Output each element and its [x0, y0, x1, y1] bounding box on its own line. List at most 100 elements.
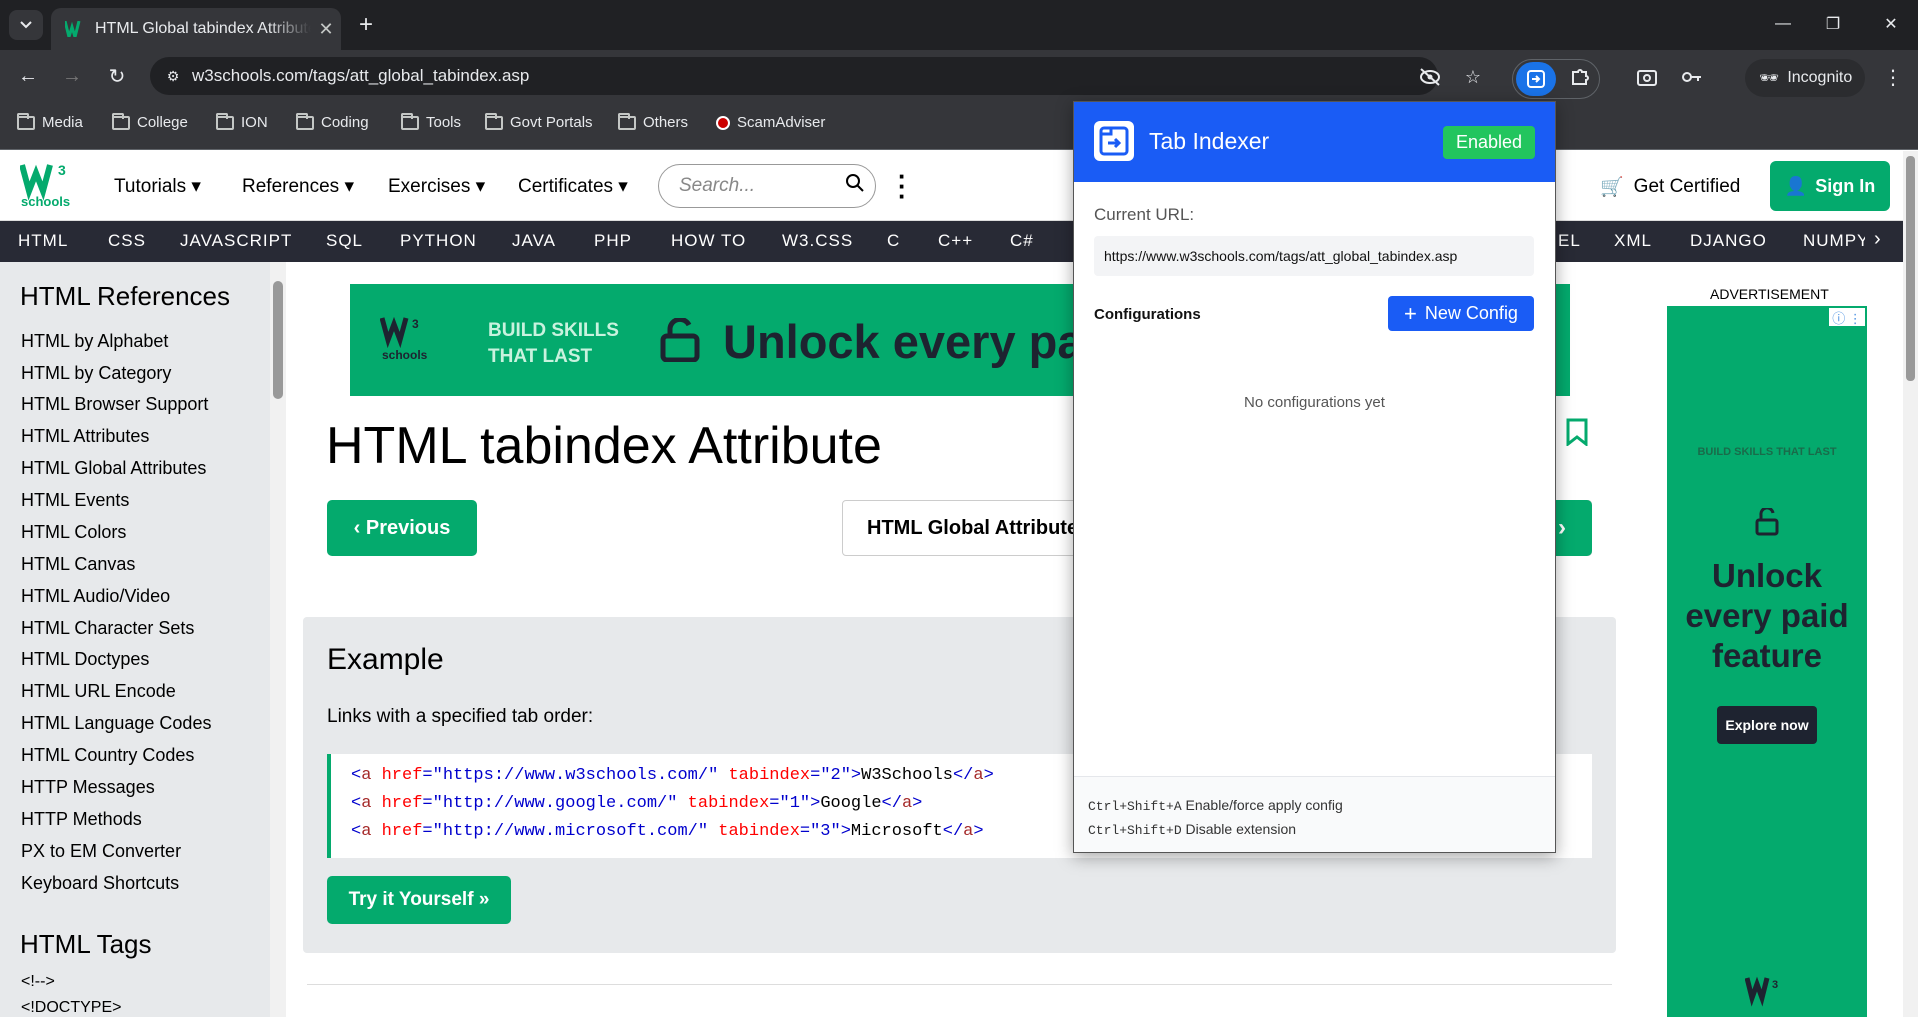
search-icon[interactable] — [835, 173, 875, 199]
example-description: Links with a specified tab order: — [327, 706, 594, 727]
sidebar-item[interactable]: HTML Language Codes — [21, 713, 211, 734]
nav-references[interactable]: References ▾ — [242, 175, 354, 198]
nav-tutorials[interactable]: Tutorials ▾ — [114, 175, 201, 198]
topnav-item[interactable]: PYTHON — [400, 231, 477, 251]
nav-exercises[interactable]: Exercises ▾ — [388, 175, 485, 198]
password-key-icon[interactable] — [1676, 61, 1708, 93]
bookmark-folder-govt-portals[interactable]: Govt Portals — [485, 112, 593, 131]
search-input[interactable]: Search... — [658, 164, 876, 208]
ad-cta-button[interactable]: Explore now — [1717, 706, 1817, 744]
reload-button[interactable]: ↻ — [102, 61, 132, 91]
previous-button[interactable]: ‹ Previous — [327, 500, 477, 556]
topnav-item[interactable]: HTML — [18, 231, 68, 251]
minimize-button[interactable]: — — [1760, 8, 1806, 40]
topnav-item[interactable]: NUMPY — [1803, 231, 1865, 251]
sidebar-item[interactable]: HTML Doctypes — [21, 649, 149, 670]
incognito-indicator[interactable]: 🕶 Incognito — [1745, 59, 1865, 97]
active-tab[interactable]: HTML Global tabindex Attribute ✕ — [51, 8, 341, 50]
sidebar-item[interactable]: HTML Country Codes — [21, 745, 194, 766]
sidebar-item[interactable]: PX to EM Converter — [21, 841, 181, 862]
star-bookmark-icon[interactable]: ☆ — [1457, 61, 1489, 93]
topnav-item[interactable]: CSS — [108, 231, 146, 251]
topnav-item[interactable]: DJANGO — [1690, 231, 1767, 251]
shortcut-keys: Ctrl+Shift+D — [1088, 823, 1182, 838]
topnav-item[interactable]: PHP — [594, 231, 632, 251]
sidebar-scrollbar-thumb[interactable] — [273, 281, 283, 399]
nav-certificates[interactable]: Certificates ▾ — [518, 175, 628, 198]
topnav-item[interactable]: JAVA — [512, 231, 556, 251]
sign-in-label: Sign In — [1815, 175, 1876, 196]
ad-info-icon[interactable]: ⓘ ⋮ — [1829, 308, 1865, 326]
current-url-field[interactable]: https://www.w3schools.com/tags/att_globa… — [1094, 236, 1534, 276]
sidebar-item[interactable]: HTML by Alphabet — [21, 331, 168, 352]
new-tab-button[interactable]: + — [352, 12, 380, 40]
sidebar-item[interactable]: HTML Audio/Video — [21, 586, 170, 607]
right-advertisement[interactable]: ⓘ ⋮ BUILD SKILLS THAT LAST Unlock every … — [1667, 306, 1867, 1017]
w3schools-ad-logo: 3 — [1745, 976, 1778, 1007]
screenshot-icon[interactable] — [1631, 61, 1663, 93]
puzzle-extensions-icon[interactable] — [1564, 61, 1596, 93]
sidebar-item[interactable]: <!DOCTYPE> — [21, 999, 121, 1017]
topnav-item[interactable]: EL — [1558, 231, 1581, 251]
topnav-item[interactable]: XML — [1614, 231, 1652, 251]
topnav-item[interactable]: W3.CSS — [782, 231, 853, 251]
w3schools-banner-logo: 3 schools — [380, 316, 428, 362]
bookmark-label: ION — [241, 114, 268, 131]
sidebar-item[interactable]: HTML Colors — [21, 522, 126, 543]
browser-menu-icon[interactable]: ⋮ — [1878, 61, 1908, 93]
sidebar-item[interactable]: HTML Events — [21, 490, 129, 511]
folder-icon — [618, 112, 636, 130]
close-tab-icon[interactable]: ✕ — [311, 19, 341, 40]
shortcut-keys: Ctrl+Shift+A — [1088, 799, 1182, 814]
new-config-button[interactable]: + New Config — [1388, 296, 1534, 331]
page-title: HTML tabindex Attribute — [326, 417, 882, 475]
topnav-item[interactable]: SQL — [326, 231, 363, 251]
bookmark-folder-tools[interactable]: Tools — [401, 112, 461, 131]
address-bar[interactable]: ⚙ w3schools.com/tags/att_global_tabindex… — [150, 57, 1438, 95]
try-it-yourself-button[interactable]: Try it Yourself » — [327, 876, 511, 924]
topnav-item[interactable]: C — [887, 231, 900, 251]
back-button[interactable]: ← — [13, 61, 43, 91]
sidebar-item[interactable]: HTML by Category — [21, 363, 171, 384]
sidebar-item[interactable]: <!--> — [21, 973, 55, 991]
w3schools-logo[interactable]: 3 schools — [19, 161, 74, 211]
empty-state-text: No configurations yet — [1244, 394, 1385, 411]
site-info-icon[interactable]: ⚙ — [154, 68, 192, 85]
sidebar-item[interactable]: HTML Browser Support — [21, 394, 208, 415]
topnav-next-icon[interactable]: › — [1874, 228, 1882, 251]
topnav-item[interactable]: C++ — [938, 231, 973, 251]
w3schools-header: 3 schools Tutorials ▾ References ▾ Exerc… — [0, 151, 1918, 221]
topnav-item[interactable]: C# — [1010, 231, 1034, 251]
restore-button[interactable]: ❐ — [1810, 8, 1856, 40]
tab-search-button[interactable] — [9, 10, 43, 40]
eye-off-icon[interactable] — [1414, 61, 1446, 93]
sign-in-button[interactable]: 👤 Sign In — [1770, 161, 1890, 211]
topnav-item[interactable]: JAVASCRIPT — [180, 231, 292, 251]
search-placeholder: Search... — [679, 175, 756, 196]
sidebar-item[interactable]: HTML Character Sets — [21, 618, 194, 639]
bookmark-folder-media[interactable]: Media — [17, 112, 83, 131]
sidebar-item[interactable]: HTML Attributes — [21, 426, 149, 447]
sidebar-item[interactable]: Keyboard Shortcuts — [21, 873, 179, 894]
folder-icon — [401, 112, 419, 130]
forward-button[interactable]: → — [57, 61, 87, 91]
sidebar-item[interactable]: HTTP Methods — [21, 809, 142, 830]
page-scrollbar-thumb[interactable] — [1906, 156, 1915, 381]
bookmark-folder-college[interactable]: College — [112, 112, 188, 131]
sidebar-item[interactable]: HTML Global Attributes — [21, 458, 206, 479]
sidebar-item[interactable]: HTTP Messages — [21, 777, 155, 798]
enabled-toggle-button[interactable]: Enabled — [1443, 126, 1535, 159]
bookmark-icon[interactable] — [1566, 418, 1588, 446]
bookmark-folder-ion[interactable]: ION — [216, 112, 268, 131]
sidebar-item[interactable]: HTML Canvas — [21, 554, 135, 575]
bookmark-scamadviser[interactable]: ScamAdviser — [716, 114, 825, 131]
topnav-item[interactable]: HOW TO — [671, 231, 746, 251]
bookmark-folder-others[interactable]: Others — [618, 112, 688, 131]
get-certified-link[interactable]: 🛒 Get Certified — [1600, 175, 1740, 199]
tab-indexer-extension-button[interactable] — [1516, 62, 1556, 96]
tab-indexer-popup: Tab Indexer Enabled Current URL: https:/… — [1073, 101, 1556, 853]
more-menu-icon[interactable]: · · · — [898, 163, 907, 209]
bookmark-folder-coding[interactable]: Coding — [296, 112, 369, 131]
close-window-button[interactable]: ✕ — [1868, 8, 1914, 40]
sidebar-item[interactable]: HTML URL Encode — [21, 681, 176, 702]
